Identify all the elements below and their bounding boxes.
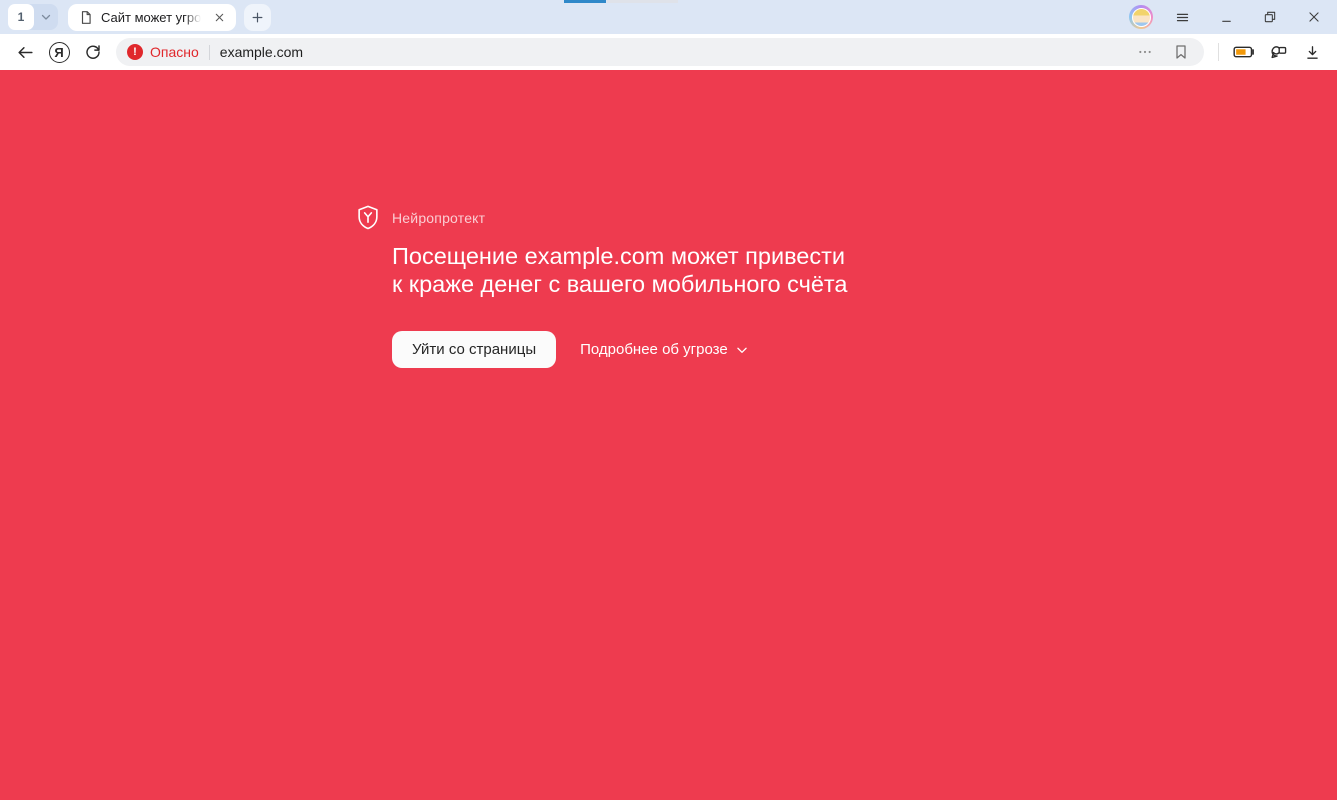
navigation-toolbar: Я ! Опасно example.com: [0, 34, 1337, 70]
close-icon[interactable]: [211, 9, 227, 25]
back-icon: [16, 43, 35, 62]
threat-details-link[interactable]: Подробнее об угрозе: [580, 341, 749, 358]
close-icon: [1307, 10, 1321, 24]
url-text[interactable]: example.com: [220, 44, 1130, 60]
more-actions-button[interactable]: [1130, 38, 1160, 66]
tab-bar: 1 Сайт может угрожать б: [0, 0, 1337, 34]
toolbar-divider: [1218, 43, 1219, 61]
download-icon: [1304, 44, 1321, 61]
back-button[interactable]: [10, 38, 40, 66]
top-edge-indicator-blue: [564, 0, 606, 3]
refresh-icon: [84, 43, 102, 61]
hamburger-menu-icon: [1175, 10, 1190, 25]
top-edge-indicator-gray: [607, 0, 678, 3]
restore-icon: [1263, 10, 1277, 24]
yandex-home-button[interactable]: Я: [44, 38, 74, 66]
danger-warning-page: Нейропротект Посещение example.com может…: [0, 70, 1337, 800]
profile-avatar[interactable]: [1129, 5, 1153, 29]
exclamation-circle-icon: !: [127, 44, 143, 60]
protect-brand-label: Нейропротект: [392, 210, 485, 226]
security-status-badge[interactable]: Опасно: [150, 44, 199, 60]
warning-heading-line2: к краже денег с вашего мобильного счёта: [392, 270, 847, 298]
minimize-icon: [1220, 11, 1233, 24]
battery-icon: [1233, 45, 1255, 59]
leave-page-button[interactable]: Уйти со страницы: [392, 331, 556, 368]
tab-title: Сайт может угрожать б: [101, 10, 203, 25]
avatar-face: [1132, 8, 1151, 27]
address-divider: [209, 45, 210, 60]
tab-counter-group[interactable]: 1: [8, 4, 58, 30]
warning-block: Нейропротект Посещение example.com может…: [355, 204, 847, 368]
chevron-down-icon[interactable]: [34, 11, 58, 23]
battery-saver-button[interactable]: [1229, 38, 1259, 66]
bookmark-button[interactable]: [1166, 38, 1196, 66]
document-icon: [79, 10, 93, 25]
warning-heading-line1: Посещение example.com может привести: [392, 242, 847, 270]
threat-details-label: Подробнее об угрозе: [580, 341, 728, 358]
window-restore-button[interactable]: [1255, 10, 1285, 24]
bookmark-icon: [1173, 44, 1189, 60]
window-minimize-button[interactable]: [1211, 11, 1241, 24]
warning-heading: Посещение example.com может привести к к…: [392, 242, 847, 298]
refresh-button[interactable]: [78, 38, 108, 66]
window-close-button[interactable]: [1299, 10, 1329, 24]
yandex-logo-icon: Я: [49, 42, 70, 63]
new-tab-button[interactable]: [244, 4, 271, 31]
address-bar[interactable]: ! Опасно example.com: [116, 38, 1204, 66]
chevron-down-icon: [735, 343, 749, 357]
protect-shield-icon: [355, 204, 381, 231]
more-dots-icon: [1137, 44, 1153, 60]
collections-button[interactable]: [1263, 38, 1293, 66]
browser-menu-button[interactable]: [1167, 10, 1197, 25]
collections-icon: [1269, 44, 1288, 61]
plus-icon: [251, 11, 264, 24]
tab-counter[interactable]: 1: [8, 4, 34, 30]
downloads-button[interactable]: [1297, 38, 1327, 66]
active-tab[interactable]: Сайт может угрожать б: [68, 4, 236, 31]
